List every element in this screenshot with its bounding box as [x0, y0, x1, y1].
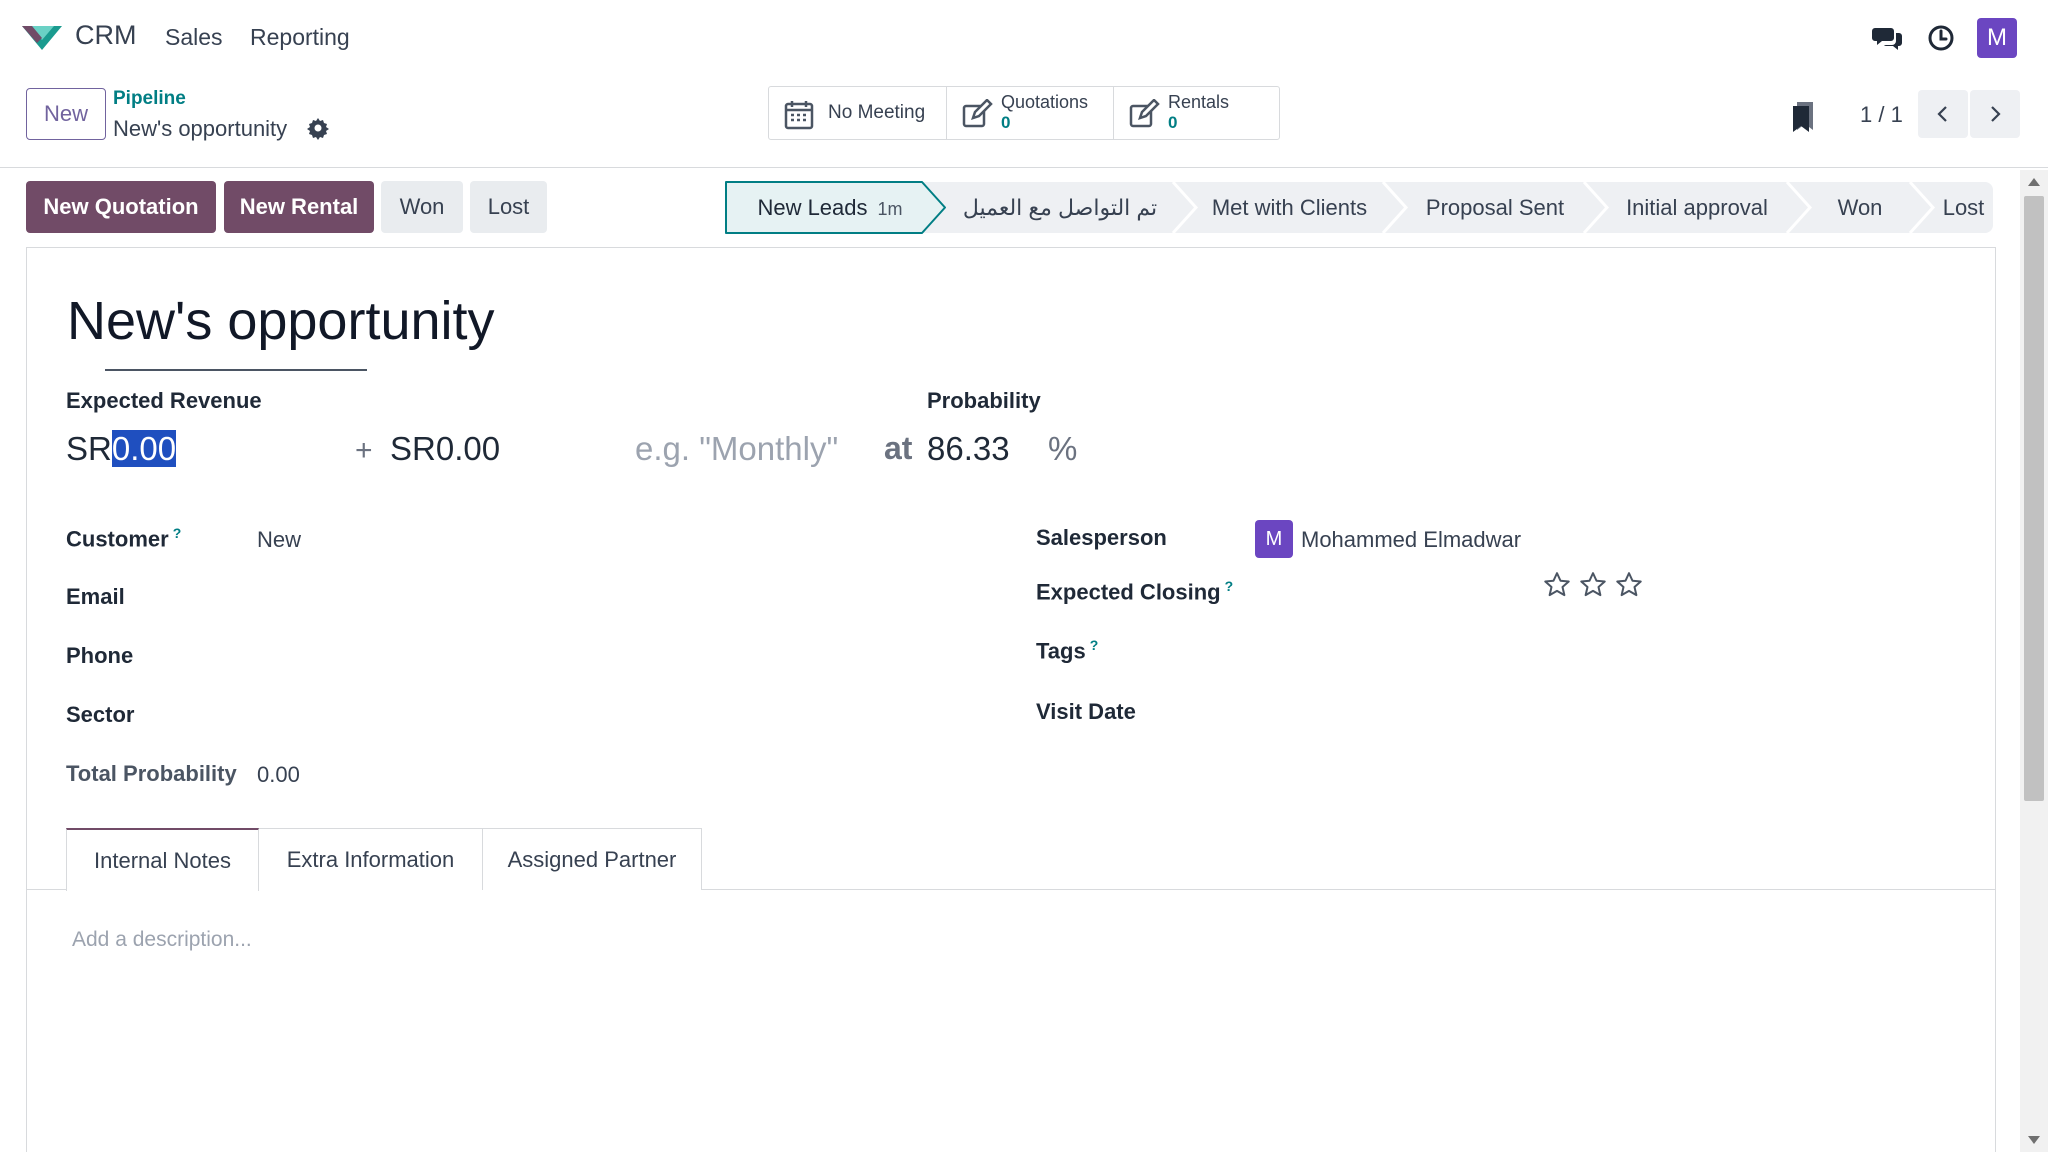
new-button[interactable]: New: [26, 88, 106, 140]
rentals-smart-button[interactable]: Rentals 0: [1114, 87, 1279, 139]
stage-label: Initial approval: [1626, 195, 1768, 220]
control-panel: New Pipeline New's opportunity No Meetin…: [0, 74, 2048, 168]
currency-symbol: SR: [66, 430, 112, 467]
stage-won[interactable]: Won: [1810, 181, 1910, 234]
at-label: at: [884, 430, 913, 466]
scroll-down-arrow-icon[interactable]: [2028, 1136, 2040, 1144]
recurring-plan-input[interactable]: e.g. "Monthly": [635, 430, 838, 468]
revenue-underline: [105, 369, 367, 371]
tab-internal-notes[interactable]: Internal Notes: [66, 828, 259, 891]
pager-next-button[interactable]: [1970, 90, 2020, 138]
customer-label: Customer?: [66, 525, 181, 552]
chevron-right-icon: [1991, 106, 2001, 122]
salesperson-label: Salesperson: [1036, 525, 1167, 550]
tags-label-text: Tags: [1036, 638, 1086, 664]
calendar-icon: [784, 101, 814, 130]
expected-revenue-input[interactable]: 0.00: [111, 430, 177, 467]
recurring-currency: SR: [390, 430, 436, 467]
breadcrumb-pipeline[interactable]: Pipeline: [113, 88, 186, 110]
opportunity-title[interactable]: New's opportunity: [67, 290, 495, 352]
stage-proposal-sent[interactable]: Proposal Sent: [1406, 181, 1584, 234]
salesperson-avatar: M: [1255, 520, 1293, 558]
meeting-smart-button[interactable]: No Meeting: [769, 87, 947, 139]
user-avatar[interactable]: M: [1977, 18, 2017, 58]
tab-extra-information[interactable]: Extra Information: [259, 828, 483, 890]
top-navbar: CRM Sales Reporting M: [0, 0, 2048, 74]
notebook-tabs: Internal Notes Extra Information Assigne…: [27, 828, 1995, 891]
menu-sales[interactable]: Sales: [165, 24, 223, 51]
star-icon[interactable]: [1542, 570, 1572, 600]
salesperson-field[interactable]: Mohammed Elmadwar: [1301, 527, 1521, 553]
app-name[interactable]: CRM: [75, 20, 137, 51]
lost-button[interactable]: Lost: [470, 181, 547, 233]
sector-label: Sector: [66, 702, 135, 727]
stage-label: Lost: [1942, 195, 1985, 220]
meeting-label: No Meeting: [828, 102, 926, 123]
smart-buttons: No Meeting Quotations 0 Rentals 0: [768, 86, 1280, 140]
email-label: Email: [66, 584, 125, 609]
edit-icon: [962, 99, 993, 128]
stage-label: Proposal Sent: [1425, 195, 1565, 220]
probability-label: Probability: [927, 388, 1041, 413]
stage-contacted-client[interactable]: تم التواصل مع العميل: [947, 181, 1173, 234]
plus-sign: +: [355, 434, 373, 467]
help-tooltip-icon[interactable]: ?: [1225, 578, 1234, 594]
gear-icon[interactable]: [306, 116, 330, 140]
stage-label: Met with Clients: [1211, 195, 1368, 220]
quotations-count: 0: [1001, 113, 1011, 132]
recurring-revenue-field[interactable]: SR0.00: [390, 430, 500, 468]
crm-logo-icon[interactable]: [20, 22, 64, 54]
total-probability-value: 0.00: [257, 762, 300, 787]
customer-label-text: Customer: [66, 526, 169, 552]
new-quotation-button[interactable]: New Quotation: [26, 181, 216, 233]
expected-revenue-field[interactable]: SR0.00: [66, 430, 177, 468]
expected-closing-label: Expected Closing?: [1036, 578, 1233, 605]
stage-duration: 1m: [877, 199, 903, 219]
chevron-left-icon: [1937, 106, 1947, 122]
stage-label: تم التواصل مع العميل: [962, 195, 1158, 220]
stage-label: New Leads: [757, 195, 868, 220]
scrollbar[interactable]: [2020, 170, 2048, 1152]
help-tooltip-icon[interactable]: ?: [1090, 637, 1099, 653]
scroll-thumb[interactable]: [2024, 196, 2044, 801]
percent-sign: %: [1048, 430, 1078, 467]
stage-label: Won: [1837, 195, 1883, 220]
quotations-label: Quotations: [1001, 92, 1089, 112]
priority-stars: [1542, 570, 1644, 600]
star-icon[interactable]: [1614, 570, 1644, 600]
help-tooltip-icon[interactable]: ?: [173, 525, 182, 541]
recurring-revenue-input[interactable]: 0.00: [436, 430, 500, 467]
customer-field[interactable]: New: [257, 527, 301, 553]
stage-met-with-clients[interactable]: Met with Clients: [1196, 181, 1383, 234]
stage-initial-approval[interactable]: Initial approval: [1607, 181, 1787, 234]
star-icon[interactable]: [1578, 570, 1608, 600]
stage-new-leads[interactable]: New Leads 1m: [725, 181, 935, 234]
bookmark-icon[interactable]: [1791, 100, 1815, 134]
rentals-count: 0: [1168, 113, 1178, 132]
chat-icon[interactable]: [1872, 22, 1904, 54]
tab-assigned-partner[interactable]: Assigned Partner: [483, 828, 702, 890]
stage-statusbar: New Leads 1m تم التواصل مع العميل Met wit…: [725, 181, 1994, 234]
visit-date-label: Visit Date: [1036, 699, 1136, 724]
description-editor[interactable]: Add a description...: [72, 928, 252, 952]
clock-icon[interactable]: [1925, 22, 1957, 54]
quotations-smart-button[interactable]: Quotations 0: [947, 87, 1114, 139]
expected-revenue-label: Expected Revenue: [66, 388, 262, 413]
total-probability-label: Total Probability: [66, 761, 237, 786]
breadcrumb-current: New's opportunity: [113, 116, 288, 141]
new-rental-button[interactable]: New Rental: [224, 181, 374, 233]
expected-closing-label-text: Expected Closing: [1036, 579, 1221, 605]
probability-input[interactable]: 86.33: [927, 430, 1010, 468]
edit-icon: [1129, 99, 1160, 128]
form-sheet: New's opportunity Expected Revenue SR0.0…: [26, 247, 1996, 1152]
rentals-label: Rentals: [1168, 92, 1230, 112]
phone-label: Phone: [66, 643, 134, 668]
pager-previous-button[interactable]: [1918, 90, 1968, 138]
tags-label: Tags?: [1036, 637, 1098, 664]
menu-reporting[interactable]: Reporting: [250, 24, 350, 51]
scroll-up-arrow-icon[interactable]: [2028, 178, 2040, 186]
stage-lost[interactable]: Lost: [1933, 181, 1994, 234]
won-button[interactable]: Won: [381, 181, 463, 233]
pager-value[interactable]: 1 / 1: [1860, 102, 1903, 128]
